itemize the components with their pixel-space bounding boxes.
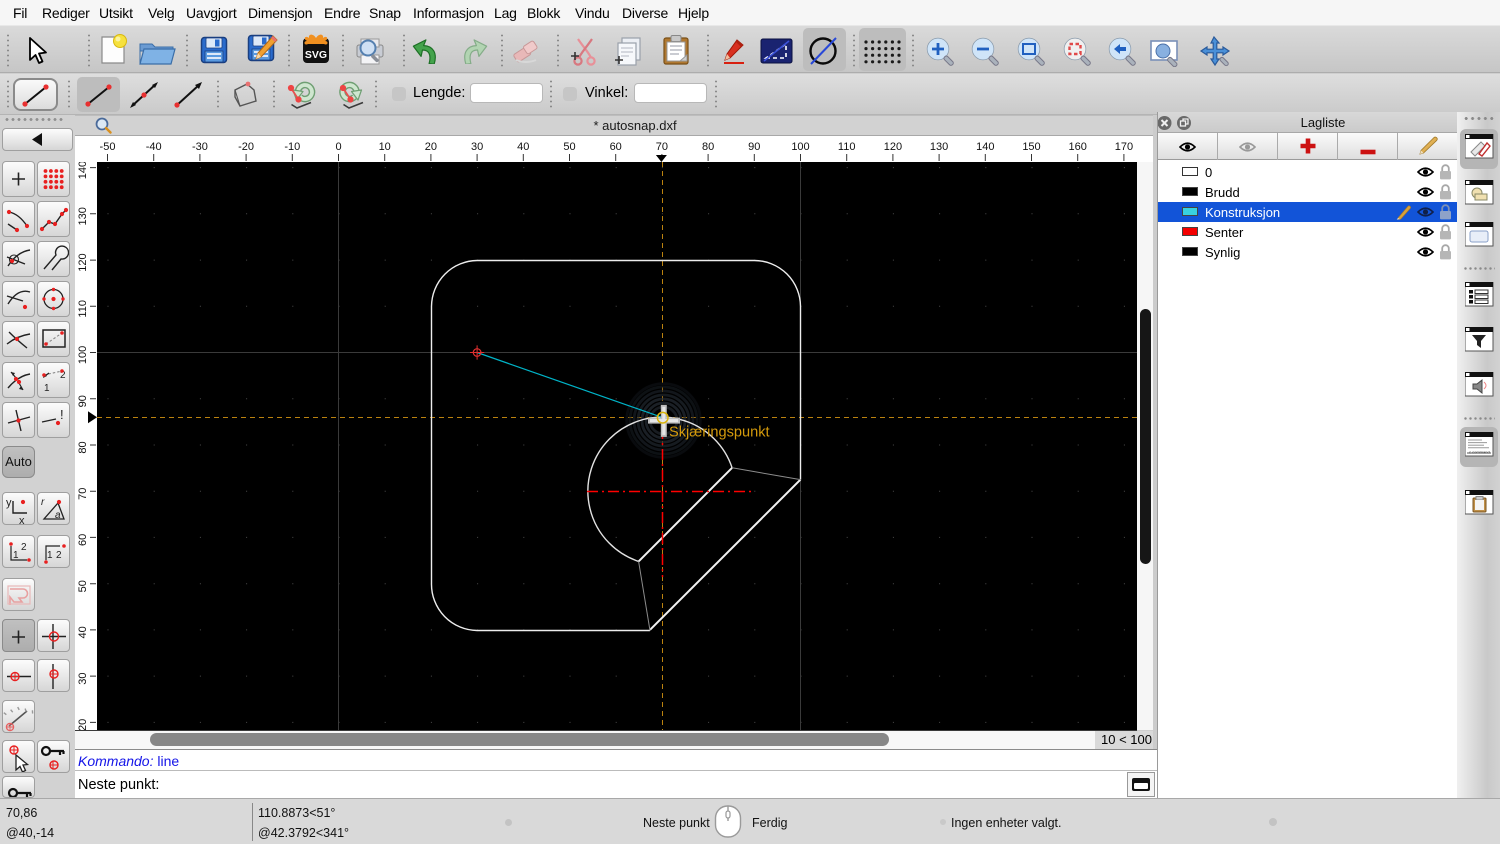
svg-text:100: 100 bbox=[77, 346, 89, 364]
svg-text:x: x bbox=[19, 515, 25, 524]
svg-text:40: 40 bbox=[77, 626, 89, 638]
svg-text:110: 110 bbox=[838, 141, 856, 153]
svg-text:140: 140 bbox=[77, 162, 89, 179]
svg-text:160: 160 bbox=[1069, 141, 1087, 153]
svg-text:1: 1 bbox=[13, 550, 19, 561]
svg-text:20: 20 bbox=[425, 141, 437, 153]
svg-text:90: 90 bbox=[748, 141, 760, 153]
svg-text:1: 1 bbox=[47, 550, 53, 561]
svg-text:-30: -30 bbox=[192, 141, 208, 153]
svg-text:120: 120 bbox=[77, 253, 89, 271]
svg-text:y: y bbox=[6, 497, 12, 509]
svg-text:70: 70 bbox=[77, 488, 89, 500]
svg-text:60: 60 bbox=[77, 534, 89, 546]
svg-text:130: 130 bbox=[930, 141, 948, 153]
svg-text:2: 2 bbox=[56, 550, 62, 561]
svg-text:70: 70 bbox=[656, 141, 668, 153]
svg-text:140: 140 bbox=[976, 141, 994, 153]
svg-text:100: 100 bbox=[791, 141, 809, 153]
svg-text:50: 50 bbox=[77, 580, 89, 592]
svg-text:120: 120 bbox=[884, 141, 902, 153]
svg-text:40: 40 bbox=[517, 141, 529, 153]
svg-text:c command: c command bbox=[1469, 450, 1490, 455]
svg-text:a: a bbox=[55, 510, 61, 521]
svg-text:Skjæringspunkt: Skjæringspunkt bbox=[669, 425, 770, 441]
svg-text:20: 20 bbox=[77, 719, 89, 730]
svg-text:-10: -10 bbox=[284, 141, 300, 153]
svg-text:SVG: SVG bbox=[305, 49, 327, 61]
svg-text:2: 2 bbox=[21, 542, 27, 553]
svg-text:0: 0 bbox=[335, 141, 341, 153]
svg-text:r: r bbox=[41, 497, 45, 508]
svg-text:30: 30 bbox=[471, 141, 483, 153]
svg-text:150: 150 bbox=[1022, 141, 1040, 153]
svg-text:-20: -20 bbox=[238, 141, 254, 153]
svg-text:50: 50 bbox=[563, 141, 575, 153]
svg-text:30: 30 bbox=[77, 672, 89, 684]
svg-text:130: 130 bbox=[77, 207, 89, 225]
svg-text:170: 170 bbox=[1115, 141, 1133, 153]
svg-text:80: 80 bbox=[77, 441, 89, 453]
svg-text:!: ! bbox=[60, 407, 64, 422]
svg-text:90: 90 bbox=[77, 395, 89, 407]
svg-text:80: 80 bbox=[702, 141, 714, 153]
svg-text:60: 60 bbox=[610, 141, 622, 153]
svg-text:1: 1 bbox=[44, 383, 50, 394]
svg-text:-40: -40 bbox=[146, 141, 162, 153]
svg-text:10: 10 bbox=[379, 141, 391, 153]
svg-text:-50: -50 bbox=[100, 141, 116, 153]
svg-text:110: 110 bbox=[77, 300, 89, 318]
